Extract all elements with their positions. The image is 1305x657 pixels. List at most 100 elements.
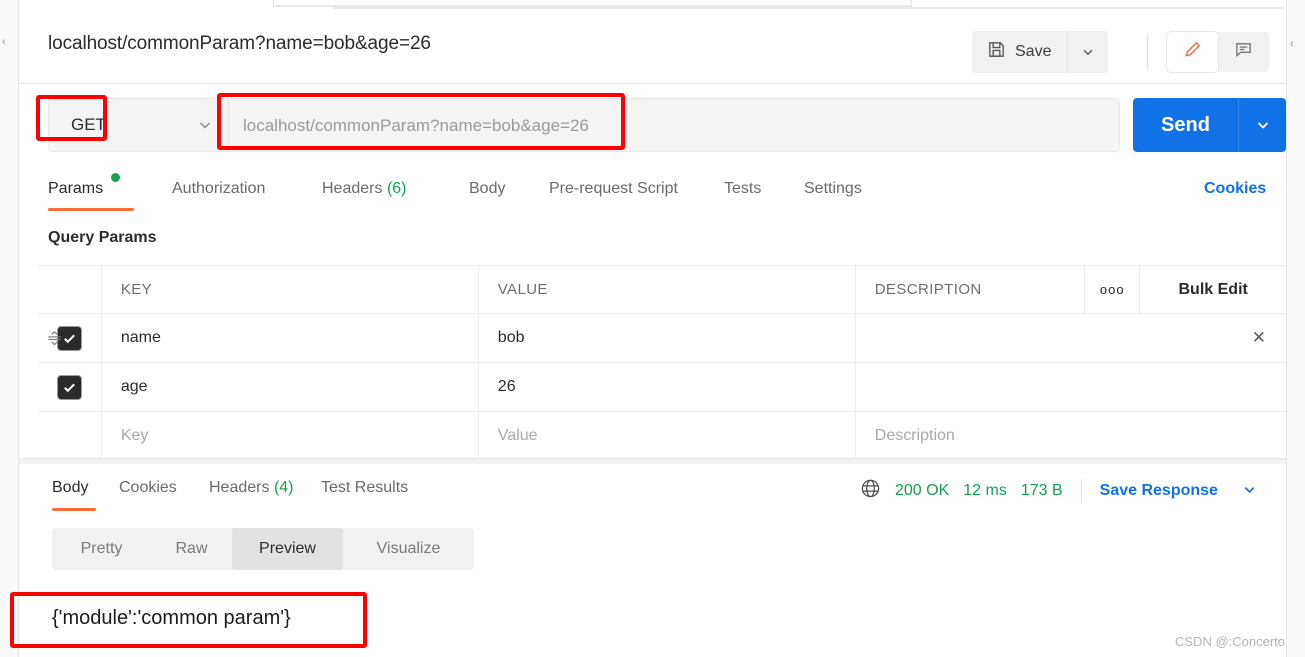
save-response-button[interactable]: Save Response [1100,482,1218,500]
table-row: name bob ✕ [38,314,1286,363]
row-description-cell[interactable] [856,363,1286,411]
response-body-panel: {'module':'common param'} [19,590,1286,657]
save-response-chevron-down-icon[interactable] [1242,482,1257,501]
view-mode-visualize[interactable]: Visualize [343,528,474,570]
table-row: age 26 [38,363,1286,412]
response-tab-headers[interactable]: Headers (4) [209,470,294,512]
request-tab-bar: Params Authorization Headers (6) Body Pr… [19,170,1286,212]
empty-row-value-cell[interactable]: Value [479,412,856,460]
header-key-cell: KEY [102,266,479,313]
response-tab-headers-count: (4) [273,479,294,496]
left-pane-edge [0,0,19,657]
tab-headers-count: (6) [386,180,407,197]
header-key-label: KEY [120,281,153,298]
workspace-tab-1[interactable] [19,0,274,8]
tab-pre-request-script[interactable]: Pre-request Script [549,170,678,212]
url-input[interactable]: localhost/commonParam?name=bob&age=26 [229,98,1120,152]
comment-button[interactable] [1218,32,1269,72]
request-title-bar: localhost/commonParam?name=bob&age=26 Sa… [19,9,1286,84]
pencil-icon [1183,40,1202,64]
row-key-value: age [120,378,148,395]
tab-headers[interactable]: Headers (6) [322,170,407,212]
send-options-chevron-icon[interactable] [1238,98,1286,152]
tab-tests[interactable]: Tests [724,170,761,212]
cookies-link[interactable]: Cookies [1204,180,1266,198]
row-description-cell[interactable]: ✕ [856,314,1286,362]
row-value-cell[interactable]: bob [479,314,856,362]
row-value-cell[interactable]: 26 [479,363,856,411]
response-time: 12 ms [963,482,1007,499]
response-tab-test-results-label: Test Results [321,479,409,496]
empty-row-key-cell[interactable]: Key [102,412,479,460]
comment-icon [1234,40,1253,64]
save-button-label: Save [1015,43,1052,60]
row-enabled-checkbox[interactable] [56,374,82,400]
response-size: 173 B [1020,482,1063,499]
toolbar-divider [1147,35,1148,69]
response-tab-test-results[interactable]: Test Results [321,470,408,512]
http-method-label: GET [71,115,106,134]
empty-row-description-cell[interactable]: Description [856,412,1286,460]
query-params-table: KEY VALUE DESCRIPTION ooo Bulk Edit name… [38,265,1286,461]
header-value-cell: VALUE [479,266,856,313]
method-chevron-down-icon [197,117,213,136]
tab-params[interactable]: Params [48,170,150,212]
header-checkbox-cell [38,266,102,313]
send-button[interactable]: Send [1133,98,1238,152]
table-row-empty: Key Value Description [38,412,1286,461]
tab-settings-label: Settings [804,180,862,197]
response-status-bar: 200 OK 12 ms 173 B Save Response [860,478,1257,504]
globe-icon [860,478,881,504]
view-mode-preview[interactable]: Preview [232,528,343,570]
save-button[interactable]: Save [972,31,1068,73]
tab-body[interactable]: Body [469,170,505,212]
empty-row-checkbox-cell [38,412,102,460]
response-tab-cookies[interactable]: Cookies [119,470,177,512]
save-button-group: Save [972,31,1109,73]
response-tab-headers-label: Headers [209,479,270,496]
row-key-cell[interactable]: name [102,314,479,362]
send-button-group: Send [1133,98,1286,152]
tab-body-label: Body [469,180,506,197]
postman-window: ‹ ‹ localhost/commonParam?name=bob&age=2… [0,0,1305,657]
save-options-chevron-icon[interactable] [1067,31,1109,73]
row-checkbox-cell [38,363,102,411]
request-title: localhost/commonParam?name=bob&age=26 [48,33,431,54]
view-mode-pretty[interactable]: Pretty [52,528,151,570]
table-header-row: KEY VALUE DESCRIPTION ooo Bulk Edit [38,265,1286,314]
header-description-cell: DESCRIPTION [856,266,1086,313]
view-mode-raw[interactable]: Raw [151,528,232,570]
empty-row-value-placeholder: Value [497,427,538,444]
response-tab-cookies-label: Cookies [119,479,177,496]
table-more-options-button[interactable]: ooo [1085,266,1141,313]
params-modified-dot-icon [111,173,121,182]
response-tab-body-underline [52,508,96,511]
tab-headers-label: Headers [322,180,383,197]
tab-settings[interactable]: Settings [804,170,862,212]
row-checkbox-cell [38,314,102,362]
right-pane-edge [1286,0,1305,657]
floppy-disk-icon [987,40,1006,64]
delete-row-icon[interactable]: ✕ [1252,329,1266,346]
edit-pencil-button[interactable] [1167,32,1218,72]
row-key-value: name [120,329,161,346]
bulk-edit-button[interactable]: Bulk Edit [1140,266,1286,313]
more-options-icon: ooo [1099,282,1125,297]
drag-handle-icon[interactable] [47,328,62,353]
url-bar-row: GET localhost/commonParam?name=bob&age=2… [19,85,1286,165]
status-divider [1080,479,1082,503]
right-collapse-chevron-icon[interactable]: ‹ [1290,38,1302,50]
tab-params-label: Params [48,180,104,197]
tab-pre-request-script-label: Pre-request Script [549,180,678,197]
row-key-cell[interactable]: age [102,363,479,411]
view-mode-icon-group [1167,32,1269,72]
body-view-mode-selector: Pretty Raw Preview Visualize [52,528,474,570]
response-tab-body[interactable]: Body [52,470,96,512]
tab-authorization-label: Authorization [172,180,266,197]
left-collapse-chevron-icon[interactable]: ‹ [2,36,14,48]
http-method-selector[interactable]: GET [48,98,229,152]
workspace-tab-2[interactable] [275,0,912,7]
header-description-label: DESCRIPTION [874,281,982,298]
tab-authorization[interactable]: Authorization [172,170,265,212]
response-status-code: 200 OK [895,482,950,499]
